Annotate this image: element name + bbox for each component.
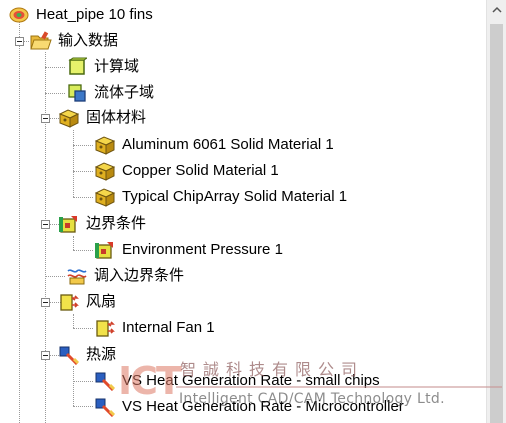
collapse-toggle-fans[interactable]	[41, 298, 50, 307]
tree-line-fans	[73, 314, 74, 328]
tree-item-fluid-subdomain[interactable]: 流体子域	[66, 81, 154, 105]
tree-item-fans[interactable]: 风扇	[58, 290, 116, 314]
heat-source-icon	[58, 344, 80, 366]
solid-material-icon	[94, 134, 116, 156]
fluid-subdomain-label: 流体子域	[94, 84, 155, 101]
tree-item-heat-sources[interactable]: 热源	[58, 343, 116, 367]
import-boundary-icon	[66, 265, 88, 287]
tree-item-boundary-conditions[interactable]: 边界条件	[58, 212, 146, 236]
fan-label: Internal Fan 1	[122, 319, 215, 336]
tree-line-materials	[73, 130, 74, 197]
solid-materials-label: 固体材料	[86, 109, 147, 126]
boundary-condition-icon	[94, 239, 116, 261]
tree-item-root[interactable]: Heat_pipe 10 fins	[8, 3, 153, 27]
boundary-condition-icon	[58, 213, 80, 235]
fan-icon	[58, 291, 80, 313]
scroll-up-button[interactable]	[487, 0, 506, 18]
tree-item-computational-domain[interactable]: 计算域	[66, 55, 139, 79]
imported-boundary-conditions-label: 调入边界条件	[94, 267, 185, 284]
tree-line	[45, 93, 65, 94]
heat-source-label: VS Heat Generation Rate - Microcontrolle…	[122, 398, 404, 415]
fluid-subdomain-icon	[66, 82, 88, 104]
tree-item-boundary-condition[interactable]: Environment Pressure 1	[94, 238, 283, 262]
tree-line	[73, 171, 93, 172]
computational-domain-label: 计算域	[94, 58, 140, 75]
collapse-toggle-boundary-conditions[interactable]	[41, 220, 50, 229]
tree-line	[45, 67, 65, 68]
tree-line	[73, 328, 93, 329]
tree-item-solid-material[interactable]: Copper Solid Material 1	[94, 159, 279, 183]
tree-line	[73, 250, 93, 251]
tree-line	[73, 197, 93, 198]
tree-line-root	[19, 22, 20, 423]
solid-material-label: Typical ChipArray Solid Material 1	[122, 188, 348, 205]
root-label: Heat_pipe 10 fins	[36, 6, 153, 23]
solid-material-icon	[94, 186, 116, 208]
boundary-condition-label: Environment Pressure 1	[122, 241, 283, 258]
solid-material-label: Aluminum 6061 Solid Material 1	[122, 136, 334, 153]
domain-cube-icon	[66, 56, 88, 78]
heat-source-icon	[94, 370, 116, 392]
tree-item-input-data[interactable]: 输入数据	[30, 29, 118, 53]
boundary-conditions-label: 边界条件	[86, 215, 147, 232]
heat-source-icon	[94, 396, 116, 418]
tree-item-fan[interactable]: Internal Fan 1	[94, 316, 215, 340]
tree-item-heat-source[interactable]: VS Heat Generation Rate - small chips	[94, 369, 380, 393]
tree-line-boundary	[73, 236, 74, 250]
tree-item-solid-material[interactable]: Typical ChipArray Solid Material 1	[94, 185, 347, 209]
open-folder-icon	[30, 30, 52, 52]
tree-item-solid-materials[interactable]: 固体材料	[58, 106, 146, 130]
fan-icon	[94, 317, 116, 339]
collapse-toggle-heat-sources[interactable]	[41, 351, 50, 360]
tree-line	[73, 406, 93, 407]
tree-line-input	[45, 52, 46, 423]
tree-line	[45, 276, 65, 277]
tree-item-solid-material[interactable]: Aluminum 6061 Solid Material 1	[94, 133, 334, 157]
tree-line	[73, 381, 93, 382]
tree-line-heat	[73, 366, 74, 406]
tree-item-heat-source[interactable]: VS Heat Generation Rate - Microcontrolle…	[94, 395, 404, 419]
collapse-toggle-solid-materials[interactable]	[41, 114, 50, 123]
tree-line	[73, 145, 93, 146]
chevron-up-icon	[491, 6, 502, 13]
project-icon	[8, 4, 30, 26]
heat-sources-label: 热源	[86, 346, 117, 363]
vertical-scrollbar[interactable]	[486, 0, 506, 423]
solid-material-icon	[58, 107, 80, 129]
fans-label: 风扇	[86, 293, 117, 310]
tree-item-imported-boundary-conditions[interactable]: 调入边界条件	[66, 264, 184, 288]
scroll-thumb[interactable]	[490, 24, 503, 423]
feature-tree: Heat_pipe 10 fins 输入数据 计算域 流体子域 固体材料 Alu…	[0, 0, 486, 423]
solid-material-label: Copper Solid Material 1	[122, 162, 279, 179]
collapse-toggle-input-data[interactable]	[15, 37, 24, 46]
input-data-label: 输入数据	[58, 32, 119, 49]
heat-source-label: VS Heat Generation Rate - small chips	[122, 372, 380, 389]
solid-material-icon	[94, 160, 116, 182]
